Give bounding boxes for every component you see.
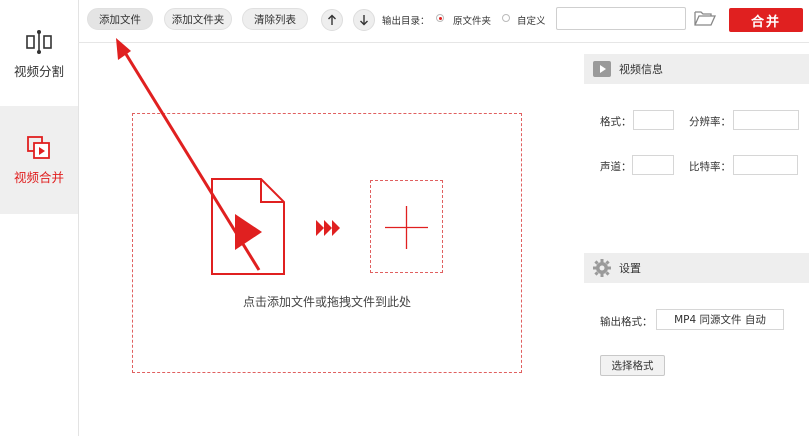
folder-open-icon: [694, 11, 717, 26]
add-file-button[interactable]: 添加文件: [87, 8, 153, 30]
output-dir-label: 输出目录：: [382, 16, 430, 27]
settings-title: 设置: [619, 262, 641, 275]
bitrate-label: 比特率：: [689, 161, 731, 173]
triple-arrow-icon: [316, 218, 342, 242]
radio-custom[interactable]: [502, 14, 510, 22]
merge-button[interactable]: 合并: [729, 8, 803, 32]
arrow-down-icon: [360, 15, 368, 26]
add-folder-button[interactable]: 添加文件夹: [164, 8, 232, 30]
format-label: 格式：: [600, 116, 632, 128]
sidebar: 视频分割 视频合并: [0, 0, 79, 436]
clear-list-button[interactable]: 清除列表: [242, 8, 308, 30]
move-down-button[interactable]: [353, 9, 375, 31]
channel-field: [632, 155, 674, 175]
video-info-title: 视频信息: [619, 63, 663, 76]
radio-original-folder[interactable]: [436, 14, 444, 22]
video-play-icon: [593, 61, 611, 77]
radio-custom-label[interactable]: 自定义: [517, 13, 546, 27]
channel-label: 声道：: [600, 161, 632, 173]
arrow-up-icon: [328, 14, 336, 25]
format-field: [633, 110, 674, 130]
choose-format-button[interactable]: 选择格式: [600, 355, 665, 376]
output-format-label: 输出格式：: [600, 316, 653, 328]
output-format-field: MP4 同源文件 自动: [656, 309, 784, 330]
sidebar-item-video-split[interactable]: 视频分割: [0, 0, 78, 108]
output-path-input[interactable]: [556, 7, 686, 30]
file-drop-zone[interactable]: [132, 113, 522, 373]
resolution-field: [733, 110, 799, 130]
sidebar-item-video-merge[interactable]: 视频合并: [0, 106, 78, 214]
sidebar-item-label: 视频合并: [13, 169, 64, 185]
sidebar-item-label: 视频分割: [13, 63, 64, 79]
add-file-plus-box[interactable]: [370, 180, 443, 273]
gear-icon: [593, 259, 611, 277]
move-up-button[interactable]: [321, 9, 343, 31]
settings-header: 设置: [584, 253, 809, 283]
merge-icon: [27, 135, 50, 159]
toolbar: 添加文件 添加文件夹 清除列表 输出目录： 原文件夹 自定义 合并: [78, 0, 809, 43]
browse-folder-button[interactable]: [694, 9, 717, 31]
radio-original-label[interactable]: 原文件夹: [453, 13, 491, 27]
drop-hint-text: 点击添加文件或拖拽文件到此处: [242, 295, 411, 309]
split-icon: [26, 29, 52, 54]
bitrate-field: [733, 155, 798, 175]
video-file-icon: [211, 178, 285, 280]
plus-icon: [385, 206, 428, 249]
resolution-label: 分辨率：: [689, 116, 731, 128]
video-info-header: 视频信息: [584, 54, 809, 84]
